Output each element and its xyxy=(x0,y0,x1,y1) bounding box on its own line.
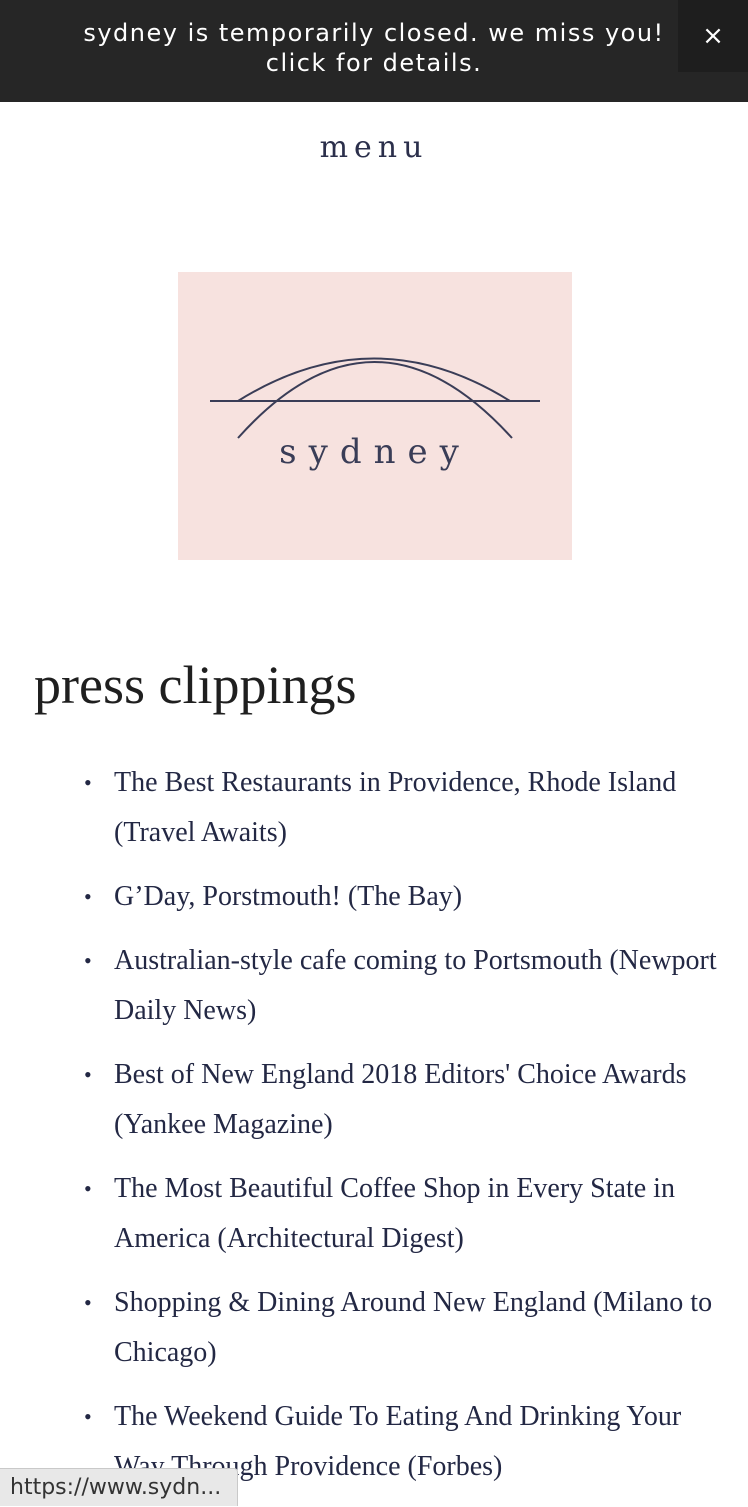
clipping-link[interactable]: Best of New England 2018 Editors' Choice… xyxy=(114,1059,687,1140)
logo-wordmark: sydney xyxy=(279,432,471,472)
clipping-item[interactable]: • Australian-style cafe coming to Portsm… xyxy=(84,936,724,1036)
sydney-logo[interactable]: sydney xyxy=(178,272,572,560)
clipping-item[interactable]: • The Most Beautiful Coffee Shop in Ever… xyxy=(84,1164,724,1264)
clipping-item[interactable]: • The Best Restaurants in Providence, Rh… xyxy=(84,758,724,858)
announcement-banner: sydney is temporarily closed. we miss yo… xyxy=(0,0,748,102)
bridge-logo-icon xyxy=(210,357,540,439)
clipping-link[interactable]: The Best Restaurants in Providence, Rhod… xyxy=(114,767,676,848)
bullet-icon: • xyxy=(84,770,92,795)
bullet-icon: • xyxy=(84,1290,92,1315)
clipping-link[interactable]: Australian-style cafe coming to Portsmou… xyxy=(114,945,717,1026)
bullet-icon: • xyxy=(84,1176,92,1201)
bullet-icon: • xyxy=(84,1062,92,1087)
announcement-link[interactable]: sydney is temporarily closed. we miss yo… xyxy=(0,18,748,78)
clipping-item[interactable]: • G’Day, Porstmouth! (The Bay) xyxy=(84,872,724,922)
link-status-bar: https://www.sydn... xyxy=(0,1468,239,1506)
bullet-icon: • xyxy=(84,1404,92,1429)
clipping-item[interactable]: • Shopping & Dining Around New England (… xyxy=(84,1278,724,1378)
page-title: press clippings xyxy=(34,655,357,715)
bullet-icon: • xyxy=(84,884,92,909)
bullet-icon: • xyxy=(84,948,92,973)
announcement-line-2: click for details. xyxy=(265,49,483,77)
menu-button[interactable]: menu xyxy=(0,130,748,165)
close-icon[interactable]: × xyxy=(678,0,748,72)
clipping-link[interactable]: Shopping & Dining Around New England (Mi… xyxy=(114,1287,712,1368)
announcement-line-1: sydney is temporarily closed. we miss yo… xyxy=(83,19,665,47)
clipping-item[interactable]: • Best of New England 2018 Editors' Choi… xyxy=(84,1050,724,1150)
clipping-link[interactable]: The Most Beautiful Coffee Shop in Every … xyxy=(114,1173,675,1254)
clipping-link[interactable]: G’Day, Porstmouth! (The Bay) xyxy=(114,881,462,912)
press-clippings-list: • The Best Restaurants in Providence, Rh… xyxy=(84,758,724,1506)
